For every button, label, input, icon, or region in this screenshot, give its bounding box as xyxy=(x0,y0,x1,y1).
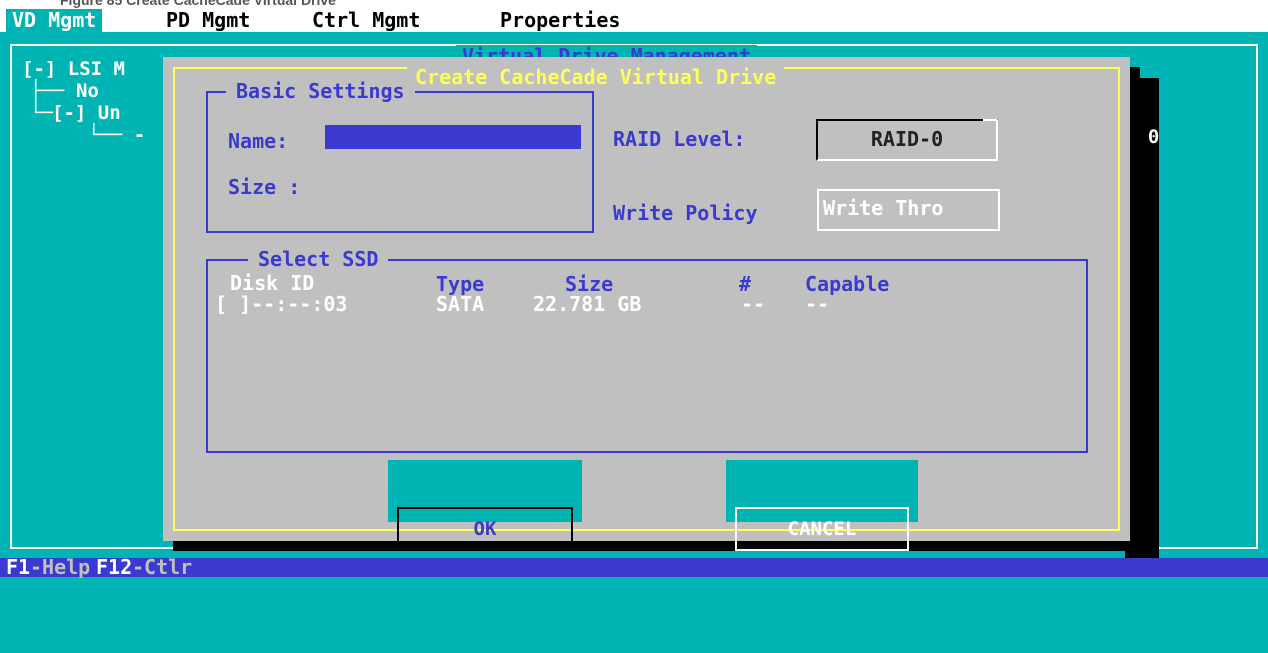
tree-item-no-config[interactable]: No xyxy=(76,80,99,102)
ssd-row-count: -- xyxy=(741,292,766,316)
details-panel: 0 : 0 xyxy=(1125,78,1159,558)
basic-settings-group: Basic Settings xyxy=(206,79,594,233)
f1-help-text: -Help xyxy=(30,555,91,579)
write-policy-label: Write Policy xyxy=(613,201,758,225)
name-input[interactable] xyxy=(325,125,581,149)
name-label: Name: xyxy=(228,129,289,153)
menu-properties[interactable]: Properties xyxy=(494,9,626,32)
f1-key: F1 xyxy=(6,555,31,579)
raid-level-label: RAID Level: xyxy=(613,127,746,151)
f12-ctlr-text: -Ctlr xyxy=(132,555,193,579)
detail-value: : 0 xyxy=(1125,126,1160,148)
write-policy-select[interactable]: Write Thro xyxy=(817,189,1000,231)
size-label: Size : xyxy=(228,175,301,199)
tree-item-controller[interactable]: [-] LSI M xyxy=(22,58,125,80)
select-ssd-legend: Select SSD xyxy=(248,247,389,271)
raid-level-select[interactable]: RAID-0 xyxy=(816,119,998,161)
ok-button-label: OK xyxy=(397,507,573,551)
ssd-row-size: 22.781 GB xyxy=(533,292,642,316)
ssd-row-disk-checkbox[interactable]: [ ]--:--:03 xyxy=(215,292,347,316)
cancel-button-label: CANCEL xyxy=(735,507,909,551)
menu-ctrl-mgmt[interactable]: Ctrl Mgmt xyxy=(306,9,426,32)
menu-vd-mgmt[interactable]: VD Mgmt xyxy=(6,9,103,32)
status-bar: F1 -Help F12 -Ctlr xyxy=(0,555,1268,579)
menu-pd-mgmt[interactable]: PD Mgmt xyxy=(160,9,256,32)
tree-item-drive[interactable]: └── - xyxy=(88,124,145,146)
tree-branch-icon: ├── xyxy=(30,80,65,102)
raid-field-corner xyxy=(983,119,997,121)
figure-caption: Figure 85 Create CacheCade Virtual Drive xyxy=(60,0,336,8)
ok-button[interactable]: OK xyxy=(388,460,582,551)
create-cachecade-dialog: Create CacheCade Virtual Drive Basic Set… xyxy=(163,57,1130,551)
select-ssd-group: Select SSD xyxy=(206,247,1088,453)
tree-branch-icon: └─ xyxy=(30,102,53,124)
ssd-row-capable: -- xyxy=(805,292,830,316)
basic-settings-legend: Basic Settings xyxy=(226,79,415,103)
tree-item-unconfigured[interactable]: [-] Un xyxy=(52,102,121,124)
menu-bar: VD Mgmt PD Mgmt Ctrl Mgmt Properties xyxy=(0,9,1268,32)
ssd-row-type: SATA xyxy=(436,292,485,316)
dialog-title: Create CacheCade Virtual Drive xyxy=(407,66,785,90)
f12-key: F12 xyxy=(96,555,133,579)
cancel-button[interactable]: CANCEL xyxy=(726,460,918,551)
